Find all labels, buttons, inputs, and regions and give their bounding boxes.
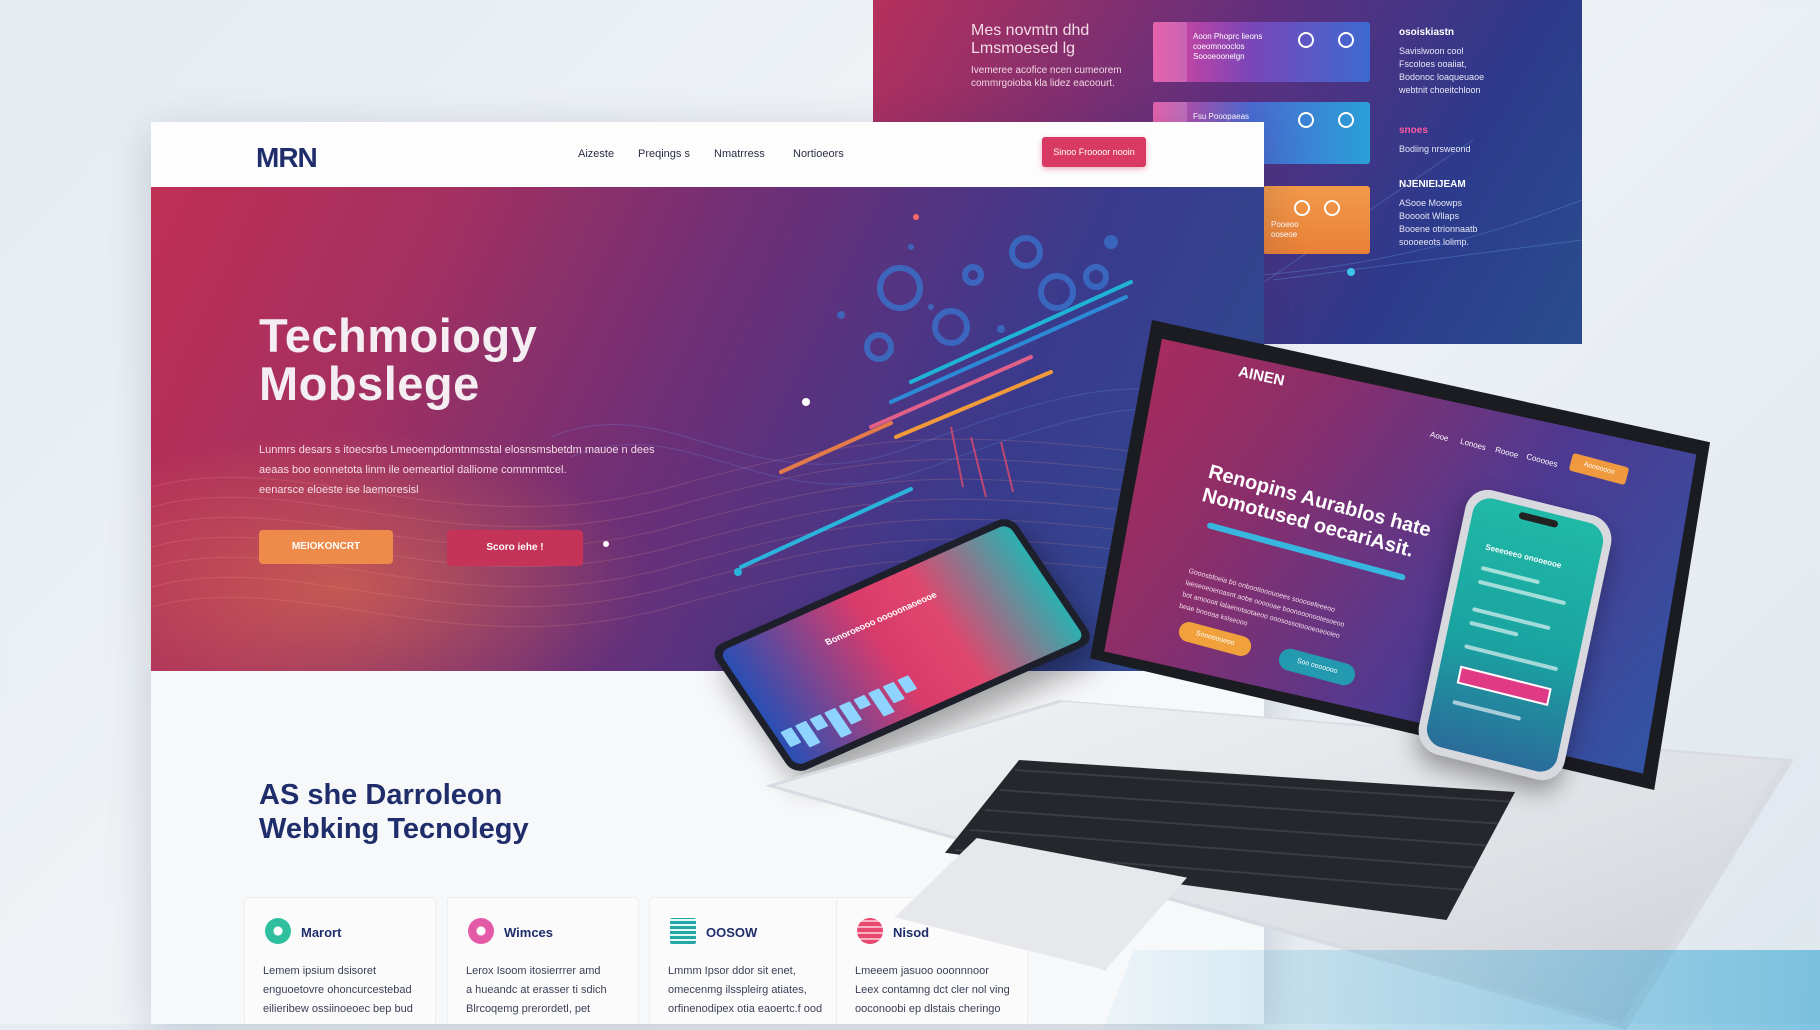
hero-title: Techmoiogy Mobslege <box>259 309 538 410</box>
hero-primary-button[interactable]: MEIOKONCRT <box>259 530 393 564</box>
flower-icon <box>468 918 494 944</box>
feature-title: Marort <box>301 925 342 940</box>
nav-link[interactable]: Nortioeors <box>793 148 844 160</box>
back-page-side-block: osoiskiastn Savislwoon cool Fscoloes ooa… <box>1399 27 1485 95</box>
feature-text: Lmmm Ipsor ddor sit enet, omecenmg ilsspl… <box>668 965 823 1015</box>
nav-link[interactable]: Preqings s <box>638 148 690 160</box>
back-page-headline: Mes novmtn dhd Lmsmoesed lg <box>971 22 1090 57</box>
circle-icon <box>1324 200 1340 216</box>
grid-icon <box>670 918 696 944</box>
nav-cta-button[interactable]: Sinoo Froooor nooin <box>1042 137 1146 167</box>
feature-card[interactable]: OOSOW Lmmm Ipsor ddor sit enet, omecenmg … <box>649 897 841 1024</box>
circle-icon <box>1298 112 1314 128</box>
brand-logo[interactable]: MRN <box>256 142 318 174</box>
circle-icon <box>1298 32 1314 48</box>
circle-icon <box>1338 32 1354 48</box>
section-title: AS she Darroleon Webking Tecnolegy <box>259 779 529 845</box>
laptop-device: AINEN Aooe Lonoes Roooe Cooooes Aooooooo… <box>1090 320 1710 790</box>
nav-link[interactable]: Nmatrress <box>714 148 765 160</box>
circle-icon <box>1338 112 1354 128</box>
back-page-card: Pooeoo ooseoe <box>1263 186 1370 254</box>
leaf-icon <box>265 918 291 944</box>
laptop-site-logo: AINEN <box>1236 363 1286 390</box>
feature-title: OOSOW <box>706 925 758 940</box>
back-page-card: Aoon Phoprc lieons coeomnooclos Soooeoon… <box>1153 22 1370 82</box>
feature-title: Wimces <box>504 925 554 940</box>
feature-card[interactable]: Marort Lemem ipsium dsisoret enguoetovre … <box>244 897 436 1024</box>
feature-card[interactable]: Wimces Lerox Isoom itosierrrer amd a huea… <box>447 897 639 1024</box>
globe-icon <box>857 918 883 944</box>
top-navigation: MRN Aizeste Preqings s Nmatrress Nortioe… <box>151 122 1264 188</box>
hero-secondary-button[interactable]: Scoro iehe ! <box>447 530 583 566</box>
feature-title: Nisod <box>893 925 930 940</box>
back-page-side-block: NJENIEIJEAM ASooe Moowps Booooit Wllaps … <box>1399 179 1478 247</box>
back-page-subtext: Ivemeree acofice ncen cumeorem commrgoio… <box>971 65 1122 89</box>
feature-text: Lmeeem jasuoo ooonnnoor Leex contamng dct… <box>855 965 1010 1015</box>
circle-cluster <box>864 235 1109 362</box>
circle-icon <box>1294 200 1310 216</box>
hero-description: Lunmrs desars s itoecsrbs Lmeoempdomtnms… <box>259 444 655 496</box>
tablet-bar-graphic <box>780 675 925 757</box>
nav-link[interactable]: Aizeste <box>578 148 614 160</box>
feature-text: Lemem ipsium dsisoret enguoetovre ohoncur… <box>263 965 413 1015</box>
feature-text: Lerox Isoom itosierrrer amd a hueandc at … <box>466 965 607 1015</box>
back-page-side-block: snoes Bodiing nrsweond <box>1399 125 1471 154</box>
laptop-hero-title: Renopins Aurablos hate Nomotused oecariA… <box>1199 460 1434 562</box>
